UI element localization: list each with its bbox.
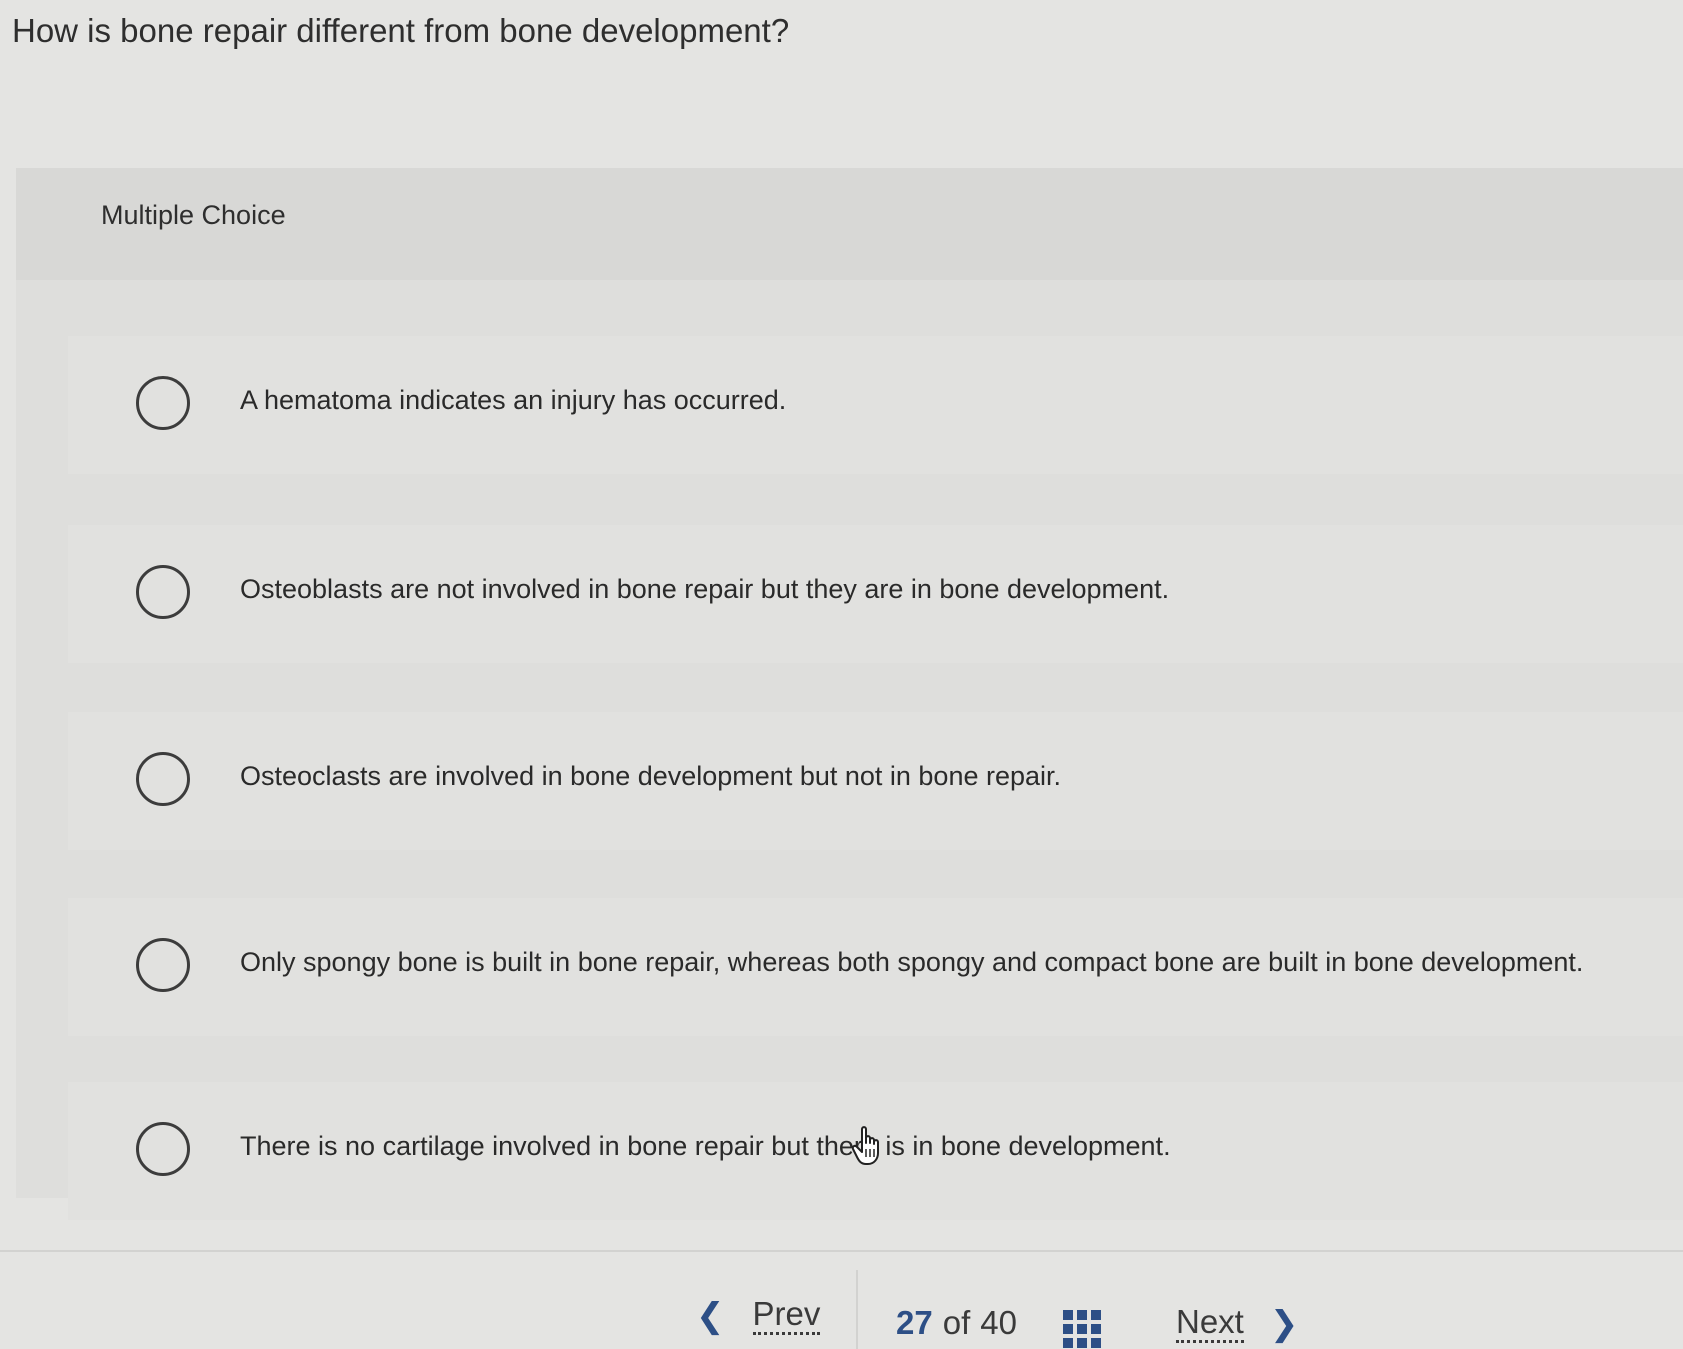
answer-option[interactable]: Only spongy bone is built in bone repair… xyxy=(68,898,1683,1036)
question-text: How is bone repair different from bone d… xyxy=(12,12,790,49)
prev-label: Prev xyxy=(752,1295,821,1336)
next-label: Next xyxy=(1176,1303,1244,1344)
page-indicator: 27 of 40 xyxy=(896,1304,1017,1342)
answer-option[interactable]: A hematoma indicates an injury has occur… xyxy=(68,336,1683,474)
chevron-left-icon: ❮ xyxy=(696,1296,725,1335)
page-of-label: of xyxy=(942,1304,971,1341)
chevron-right-icon: ❯ xyxy=(1269,1304,1299,1343)
answer-option-text: Osteoblasts are not involved in bone rep… xyxy=(240,574,1170,604)
answer-option-text: There is no cartilage involved in bone r… xyxy=(240,1131,1171,1161)
nav-separator xyxy=(856,1270,858,1349)
total-pages: 40 xyxy=(980,1304,1017,1341)
radio-button[interactable] xyxy=(136,376,190,430)
radio-button[interactable] xyxy=(136,1122,190,1176)
radio-button[interactable] xyxy=(136,752,190,806)
answer-option-text: Only spongy bone is built in bone repair… xyxy=(240,947,1584,977)
next-button[interactable]: Next ❯ xyxy=(1176,1303,1299,1344)
grid-icon[interactable] xyxy=(1063,1310,1101,1348)
answer-option-text: Osteoclasts are involved in bone develop… xyxy=(240,761,1062,791)
answer-option[interactable]: Osteoclasts are involved in bone develop… xyxy=(68,712,1683,850)
multiple-choice-panel: Multiple Choice A hematoma indicates an … xyxy=(16,168,1683,1220)
current-page: 27 xyxy=(896,1304,933,1341)
answer-option-text: A hematoma indicates an injury has occur… xyxy=(240,385,787,415)
hand-cursor-icon xyxy=(852,1126,879,1165)
question-navigation: ❮ Prev 27 of 40 Next ❯ xyxy=(0,1252,1683,1349)
prev-button[interactable]: ❮ Prev xyxy=(696,1295,821,1336)
multiple-choice-label: Multiple Choice xyxy=(101,200,286,230)
radio-button[interactable] xyxy=(136,938,190,992)
radio-button[interactable] xyxy=(136,565,190,619)
answer-option[interactable]: Osteoblasts are not involved in bone rep… xyxy=(68,525,1683,663)
multiple-choice-header: Multiple Choice xyxy=(16,168,1683,280)
